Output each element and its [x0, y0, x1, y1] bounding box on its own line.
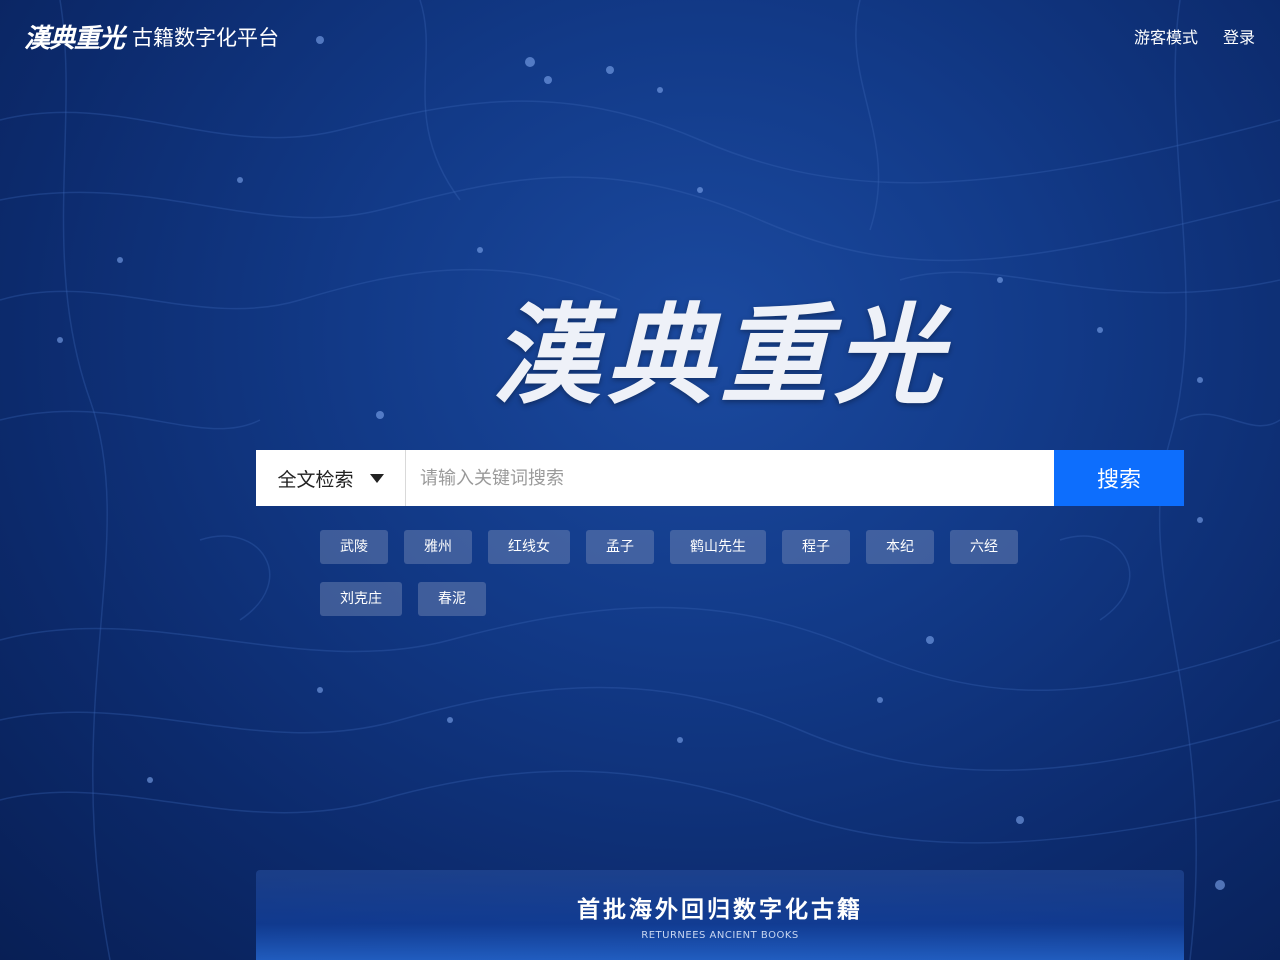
hero-calligraphy-title: 漢典重光 — [491, 293, 948, 419]
keyword-tag[interactable]: 程子 — [782, 530, 850, 564]
login-link[interactable]: 登录 — [1223, 24, 1255, 48]
search-type-select[interactable]: 全文检索 — [256, 450, 406, 506]
keyword-tag[interactable]: 六经 — [950, 530, 1018, 564]
returned-books-panel[interactable]: 首批海外回归数字化古籍 RETURNEES ANCIENT BOOKS — [256, 870, 1184, 960]
chevron-down-icon — [369, 473, 384, 483]
keyword-tag[interactable]: 刘克庄 — [320, 582, 402, 616]
keyword-tag[interactable]: 红线女 — [488, 530, 570, 564]
panel-subtitle: RETURNEES ANCIENT BOOKS — [641, 930, 799, 941]
search-input[interactable] — [406, 450, 1054, 506]
keyword-tag[interactable]: 武陵 — [320, 530, 388, 564]
keyword-tag[interactable]: 孟子 — [586, 530, 654, 564]
keyword-tag[interactable]: 鹤山先生 — [670, 530, 766, 564]
search-bar: 全文检索 搜索 — [256, 450, 1184, 506]
guest-mode-link[interactable]: 游客模式 — [1134, 24, 1198, 48]
keyword-tag[interactable]: 雅州 — [404, 530, 472, 564]
keyword-tag[interactable]: 春泥 — [418, 582, 486, 616]
keyword-tag[interactable]: 本纪 — [866, 530, 934, 564]
search-type-label: 全文检索 — [277, 468, 354, 491]
site-logo[interactable]: 漢典重光 — [24, 18, 125, 55]
platform-name: 古籍数字化平台 — [132, 26, 279, 50]
panel-title: 首批海外回归数字化古籍 — [577, 896, 863, 923]
top-header: 漢典重光 古籍数字化平台 游客模式 登录 — [0, 0, 1280, 70]
search-button[interactable]: 搜索 — [1054, 450, 1184, 506]
